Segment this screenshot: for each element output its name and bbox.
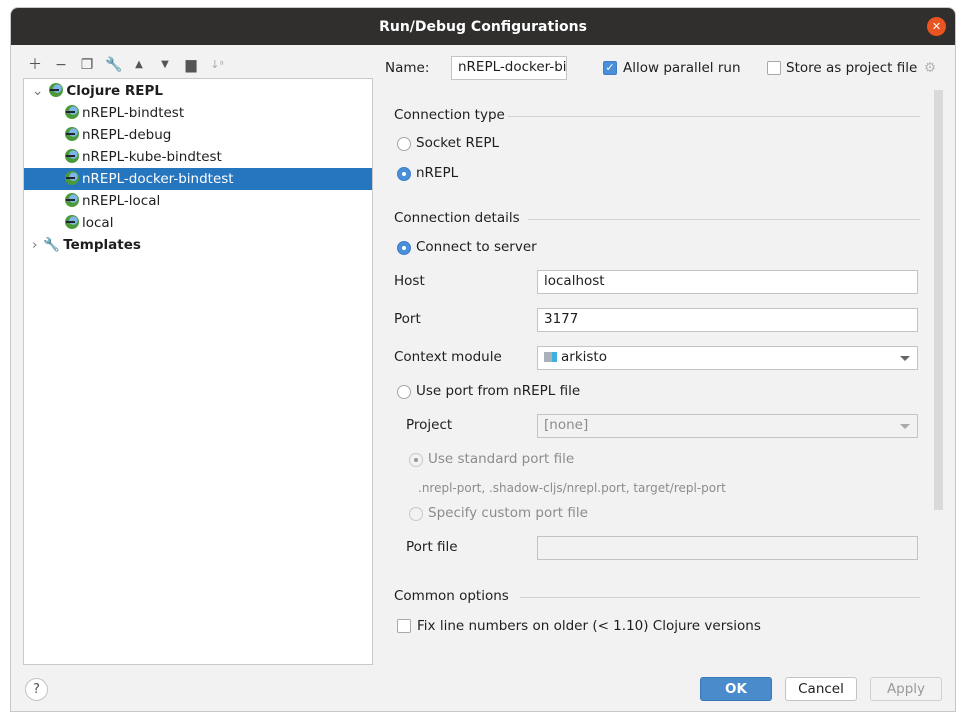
port-file-input[interactable] bbox=[537, 536, 918, 560]
tree-item[interactable]: nREPL-debug bbox=[24, 124, 372, 146]
wrench-icon[interactable]: 🔧 bbox=[105, 57, 122, 73]
tree-node-label: Clojure REPL bbox=[66, 83, 163, 99]
chevron-right-icon[interactable]: › bbox=[32, 237, 37, 253]
move-up-icon[interactable]: ▲ bbox=[131, 57, 147, 73]
chevron-down-icon bbox=[900, 356, 910, 361]
common-options-title: Common options bbox=[394, 588, 509, 604]
host-input[interactable]: localhost bbox=[537, 270, 918, 294]
wrench-icon: 🔧 bbox=[43, 237, 61, 253]
port-file-label: Port file bbox=[406, 539, 458, 555]
move-down-icon[interactable]: ▼ bbox=[157, 57, 173, 73]
window-title: Run/Debug Configurations bbox=[379, 19, 587, 35]
socket-repl-radio[interactable] bbox=[397, 137, 411, 151]
chevron-down-icon bbox=[900, 424, 910, 429]
add-icon[interactable]: ＋ bbox=[27, 57, 43, 73]
repl-config-icon bbox=[65, 149, 79, 163]
connect-server-label: Connect to server bbox=[416, 239, 537, 255]
standard-hint: .nrepl-port, .shadow-cljs/nrepl.port, ta… bbox=[418, 481, 726, 495]
fix-lines-checkbox[interactable] bbox=[397, 619, 411, 633]
tree-node-clojure-repl[interactable]: ⌄ Clojure REPL bbox=[24, 80, 372, 102]
tree-item[interactable]: nREPL-local bbox=[24, 190, 372, 212]
repl-config-icon bbox=[65, 127, 79, 141]
store-project-checkbox[interactable] bbox=[767, 61, 781, 75]
use-port-file-label: Use port from nREPL file bbox=[416, 383, 581, 399]
tree-item-label: nREPL-local bbox=[82, 193, 161, 209]
allow-parallel-label: Allow parallel run bbox=[623, 60, 741, 76]
tree-item-label: nREPL-docker-bindtest bbox=[82, 171, 234, 187]
specify-custom-label: Specify custom port file bbox=[428, 505, 588, 521]
connection-details-title: Connection details bbox=[394, 210, 520, 226]
tree-node-label: Templates bbox=[63, 237, 141, 253]
copy-icon[interactable]: ❐ bbox=[79, 57, 95, 73]
cancel-button[interactable]: Cancel bbox=[785, 677, 857, 701]
allow-parallel-checkbox[interactable]: ✓ bbox=[603, 61, 617, 75]
tree-item[interactable]: local bbox=[24, 212, 372, 234]
divider bbox=[520, 597, 920, 598]
help-button[interactable]: ? bbox=[25, 678, 48, 701]
tree-node-templates[interactable]: › 🔧 Templates bbox=[24, 234, 372, 256]
module-icon bbox=[544, 352, 557, 362]
apply-button[interactable]: Apply bbox=[870, 677, 942, 701]
repl-config-icon bbox=[65, 105, 79, 119]
divider bbox=[528, 219, 920, 220]
specify-custom-radio[interactable] bbox=[409, 507, 423, 521]
title-bar: Run/Debug Configurations bbox=[11, 8, 955, 45]
tree-item-label: nREPL-kube-bindtest bbox=[82, 149, 222, 165]
sort-icon[interactable]: ↓ᵃ bbox=[209, 57, 225, 73]
tree-item-label: nREPL-debug bbox=[82, 127, 172, 143]
port-input[interactable]: 3177 bbox=[537, 308, 918, 332]
connect-server-radio[interactable] bbox=[397, 241, 411, 255]
tree-item[interactable]: nREPL-kube-bindtest bbox=[24, 146, 372, 168]
remove-icon[interactable]: − bbox=[53, 57, 69, 73]
chevron-down-icon[interactable]: ⌄ bbox=[32, 83, 43, 99]
project-value: [none] bbox=[544, 417, 589, 433]
context-module-select[interactable]: arkisto bbox=[537, 346, 918, 370]
repl-config-icon bbox=[65, 193, 79, 207]
project-label: Project bbox=[406, 417, 453, 433]
close-icon[interactable]: ✕ bbox=[927, 17, 946, 36]
name-input[interactable]: nREPL-docker-bindtest bbox=[451, 56, 567, 80]
host-label: Host bbox=[394, 273, 425, 289]
repl-config-icon bbox=[65, 215, 79, 229]
name-label: Name: bbox=[385, 60, 430, 76]
use-standard-radio[interactable] bbox=[409, 453, 423, 467]
module-value: arkisto bbox=[561, 349, 607, 365]
new-folder-icon[interactable]: ▆ bbox=[183, 57, 199, 73]
use-standard-label: Use standard port file bbox=[428, 451, 575, 467]
store-project-label: Store as project file bbox=[786, 60, 918, 76]
tree-item-label: nREPL-bindtest bbox=[82, 105, 185, 121]
tree-item[interactable]: nREPL-bindtest bbox=[24, 102, 372, 124]
scrollbar[interactable] bbox=[934, 90, 943, 510]
socket-repl-label: Socket REPL bbox=[416, 135, 500, 151]
tree-item-selected[interactable]: nREPL-docker-bindtest bbox=[24, 168, 372, 190]
port-label: Port bbox=[394, 311, 421, 327]
repl-config-icon bbox=[65, 171, 79, 185]
project-select[interactable]: [none] bbox=[537, 414, 918, 438]
context-module-label: Context module bbox=[394, 349, 502, 365]
fix-lines-label: Fix line numbers on older (< 1.10) Cloju… bbox=[417, 618, 761, 634]
tree-item-label: local bbox=[82, 215, 114, 231]
nrepl-radio[interactable] bbox=[397, 167, 411, 181]
connection-type-title: Connection type bbox=[394, 107, 505, 123]
nrepl-label: nREPL bbox=[416, 165, 459, 181]
config-tree: ⌄ Clojure REPL nREPL-bindtest nREPL-debug… bbox=[23, 78, 373, 665]
ok-button[interactable]: OK bbox=[700, 677, 772, 701]
use-port-file-radio[interactable] bbox=[397, 385, 411, 399]
divider bbox=[508, 116, 920, 117]
gear-icon[interactable]: ⚙ bbox=[924, 59, 936, 77]
clojure-repl-icon bbox=[49, 83, 64, 97]
